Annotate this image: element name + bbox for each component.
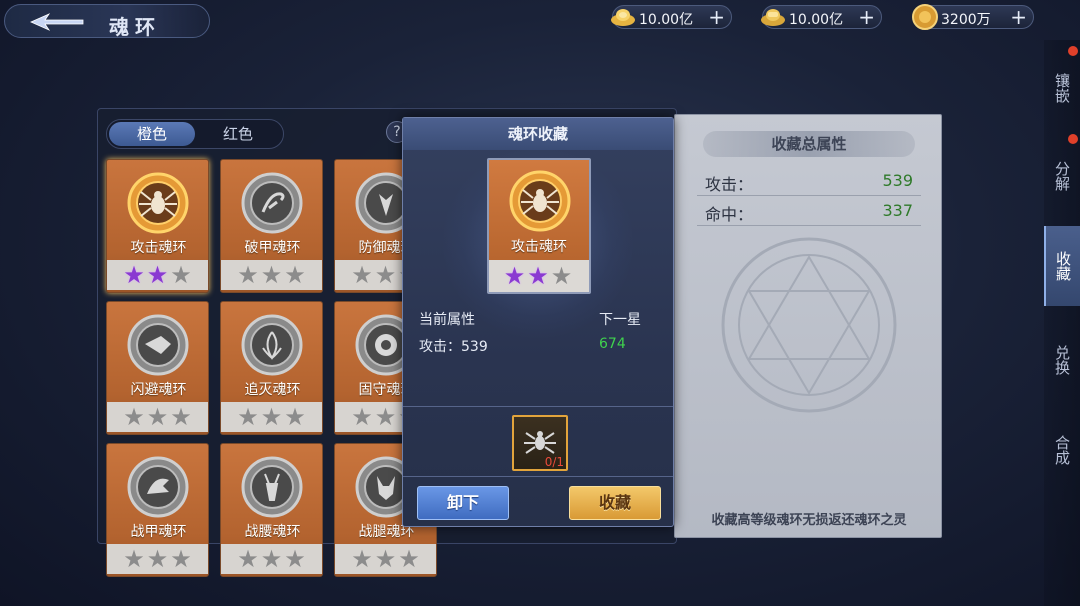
star-rating: ★★★ — [107, 402, 208, 432]
color-tabs: 橙色 红色 — [106, 119, 284, 149]
tab-red[interactable]: 红色 — [195, 122, 281, 146]
star-rating: ★★★ — [335, 544, 436, 574]
material-quantity: 0/1 — [544, 455, 564, 469]
current-attr-value: 攻击：539 — [419, 339, 488, 355]
sidebar-item-collection[interactable]: 收藏 — [1044, 226, 1080, 306]
sidebar: 镶嵌 分解 收藏 兑换 合成 — [1044, 40, 1080, 606]
add-currency-button[interactable]: + — [708, 6, 725, 28]
dragon-emblem-icon — [127, 456, 189, 518]
soul-ring-card[interactable]: 战甲魂环 ★★★ — [106, 443, 209, 577]
stat-value: 539 — [882, 171, 913, 190]
top-bar: 魂环 10.00亿 + 10.00亿 + 3200万 + — [0, 0, 1080, 40]
sidebar-item-decompose[interactable]: 分解 — [1044, 134, 1080, 216]
star-rating: ★★★ — [489, 260, 589, 292]
collection-dialog: 魂环收藏 攻击魂环 ★★★ 当前属性 下一星 攻击：539 674 0/1 卸下… — [402, 117, 674, 527]
stat-value: 337 — [882, 201, 913, 220]
back-button[interactable]: 魂环 — [4, 4, 210, 39]
add-currency-button[interactable]: + — [858, 6, 875, 28]
scorpion-emblem-icon — [241, 172, 303, 234]
dialog-title: 魂环收藏 — [403, 118, 673, 150]
sidebar-item-label: 合成 — [1053, 435, 1071, 465]
spider-emblem-icon — [509, 170, 571, 232]
back-arrow-icon — [30, 13, 84, 31]
sidebar-item-label: 镶嵌 — [1053, 73, 1071, 103]
currency-amount: 10.00亿 — [639, 12, 694, 28]
gold-ingot-icon — [611, 9, 635, 26]
card-name: 追灭魂环 — [244, 382, 301, 398]
divider — [697, 225, 921, 226]
flame-emblem-icon — [241, 314, 303, 376]
hexagram-watermark-icon — [721, 237, 897, 413]
stat-label: 攻击： — [705, 175, 754, 194]
currency-gold-ingot: 10.00亿 + — [611, 5, 732, 29]
stat-row-attack: 攻击： 539 — [705, 171, 913, 195]
deer-emblem-icon — [241, 456, 303, 518]
unequip-button[interactable]: 卸下 — [417, 486, 509, 520]
gold-coin-icon — [912, 4, 938, 30]
soul-ring-card[interactable]: 战腰魂环 ★★★ — [220, 443, 323, 577]
sidebar-item-inlay[interactable]: 镶嵌 — [1044, 46, 1080, 128]
material-slot[interactable]: 0/1 — [512, 415, 568, 471]
soul-ring-card[interactable]: 闪避魂环 ★★★ — [106, 301, 209, 435]
collect-button[interactable]: 收藏 — [569, 486, 661, 520]
notification-dot — [1068, 134, 1078, 144]
divider — [403, 476, 673, 477]
wolf-emblem-icon — [127, 314, 189, 376]
stat-row-accuracy: 命中： 337 — [705, 201, 913, 225]
silver-ingot-icon — [761, 9, 785, 26]
currency-amount: 10.00亿 — [789, 12, 844, 28]
star-rating: ★★★ — [221, 402, 322, 432]
currency-gold-coin: 3200万 + — [912, 4, 1034, 30]
currency-amount: 3200万 — [941, 12, 991, 28]
star-rating: ★★★ — [107, 260, 208, 290]
currency-silver-ingot: 10.00亿 + — [761, 5, 882, 29]
star-rating: ★★★ — [107, 544, 208, 574]
soul-ring-card[interactable]: 追灭魂环 ★★★ — [220, 301, 323, 435]
star-rating: ★★★ — [221, 260, 322, 290]
sidebar-item-label: 兑换 — [1053, 345, 1071, 375]
spider-emblem-icon — [127, 172, 189, 234]
selected-soul-ring-card: 攻击魂环 ★★★ — [487, 158, 591, 294]
card-name: 战甲魂环 — [130, 524, 187, 540]
stat-label: 命中： — [705, 205, 754, 224]
sidebar-item-label: 收藏 — [1054, 251, 1072, 281]
next-star-value: 674 — [599, 336, 626, 352]
card-name: 闪避魂环 — [130, 382, 187, 398]
card-name: 破甲魂环 — [244, 240, 301, 256]
current-attr-label: 当前属性 — [419, 312, 475, 328]
card-name: 攻击魂环 — [130, 240, 187, 256]
sidebar-item-exchange[interactable]: 兑换 — [1044, 320, 1080, 400]
card-name: 攻击魂环 — [511, 239, 567, 255]
divider — [697, 195, 921, 196]
add-currency-button[interactable]: + — [1010, 6, 1027, 28]
stats-title: 收藏总属性 — [703, 131, 915, 157]
notification-dot — [1068, 46, 1078, 56]
soul-ring-card[interactable]: 破甲魂环 ★★★ — [220, 159, 323, 293]
sidebar-item-label: 分解 — [1053, 161, 1071, 191]
tab-orange[interactable]: 橙色 — [109, 122, 195, 146]
collection-stats-panel: 收藏总属性 攻击： 539 命中： 337 收藏高等级魂环无损返还魂环之灵 — [674, 114, 942, 538]
page-title: 魂环 — [109, 15, 161, 39]
sidebar-item-synthesis[interactable]: 合成 — [1044, 410, 1080, 490]
card-name: 战腰魂环 — [244, 524, 301, 540]
star-rating: ★★★ — [221, 544, 322, 574]
next-star-label: 下一星 — [599, 312, 641, 328]
soul-ring-card[interactable]: 攻击魂环 ★★★ — [106, 159, 209, 293]
divider — [403, 406, 673, 407]
stats-footer-note: 收藏高等级魂环无损返还魂环之灵 — [711, 513, 907, 528]
